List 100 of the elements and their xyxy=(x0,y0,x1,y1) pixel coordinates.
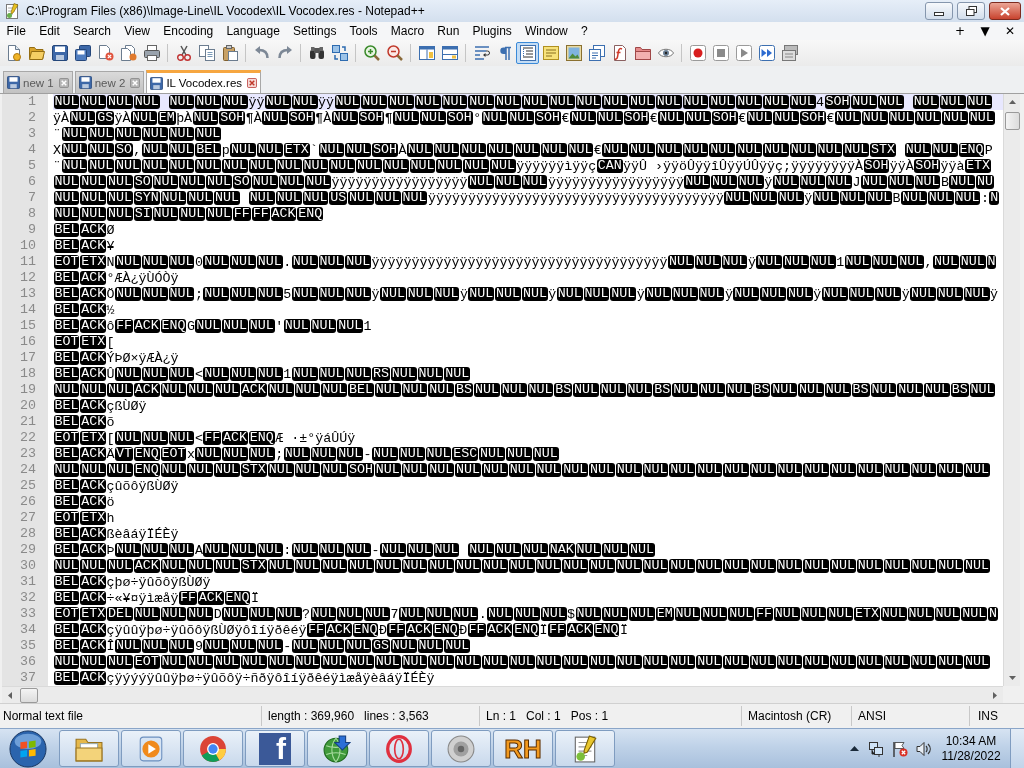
play-icon[interactable] xyxy=(137,734,165,763)
control-code: NUL xyxy=(963,287,990,301)
taskbar-button[interactable] xyxy=(59,730,119,767)
letter-logo[interactable]: f xyxy=(259,732,291,765)
control-code: ACK xyxy=(80,367,107,381)
control-code: NUL xyxy=(248,159,275,173)
control-code: NUL xyxy=(883,655,910,669)
taskbar-button[interactable] xyxy=(307,730,367,767)
minimize-icon[interactable] xyxy=(934,11,944,16)
control-code: NUL xyxy=(709,143,736,157)
control-code: NUL xyxy=(589,559,615,573)
menu-item[interactable]: Search xyxy=(66,22,118,40)
arrow-up-icon[interactable] xyxy=(1008,100,1016,104)
line-number: 2 xyxy=(27,110,37,126)
speaker-icon[interactable] xyxy=(447,734,475,763)
control-code: NUL xyxy=(414,95,441,109)
control-code: NUL xyxy=(88,159,115,173)
control-code: NUL xyxy=(736,143,763,157)
arrow-right-icon[interactable] xyxy=(993,691,997,699)
code-text: 0 xyxy=(194,254,203,270)
dropdown-button[interactable]: ▼ xyxy=(975,22,995,40)
control-code: NUL xyxy=(856,655,883,669)
status-text: length : 369,960 xyxy=(268,709,355,723)
close-icon[interactable] xyxy=(247,78,258,88)
control-code: NUL xyxy=(482,463,508,477)
control-code: NUL xyxy=(803,559,830,573)
code-text: ° xyxy=(473,110,482,126)
menu-item[interactable]: File xyxy=(0,22,33,40)
menu-item[interactable]: Settings xyxy=(286,22,343,40)
code-text: G xyxy=(186,318,195,334)
code-text: J xyxy=(852,174,861,190)
close-icon[interactable] xyxy=(58,77,69,88)
menu-item[interactable]: Encoding xyxy=(156,22,220,40)
arrow-left-icon[interactable] xyxy=(8,691,12,699)
taskbar-button[interactable] xyxy=(555,730,615,767)
control-code: NUL xyxy=(629,95,655,109)
code-text: õ xyxy=(106,414,115,430)
control-code: ENQ xyxy=(248,431,275,445)
control-code: NUL xyxy=(179,175,206,189)
control-code: BEL xyxy=(53,367,80,381)
control-code: NUL xyxy=(532,447,559,461)
taskbar-button[interactable] xyxy=(431,730,491,767)
menu-item[interactable]: ? xyxy=(574,22,595,40)
close-button[interactable]: ✕ xyxy=(1000,22,1020,40)
plus-button[interactable]: + xyxy=(950,22,970,40)
menu-item[interactable]: Edit xyxy=(32,22,67,40)
taskbar-button[interactable]: f xyxy=(245,730,305,767)
flag-icon[interactable] xyxy=(892,740,908,757)
control-code: NUL xyxy=(839,191,866,205)
start-orb-icon[interactable] xyxy=(9,729,47,768)
taskbar-button[interactable] xyxy=(183,730,243,767)
control-code: NUL xyxy=(398,447,425,461)
control-code: NUL xyxy=(329,159,356,173)
control-code: NUL xyxy=(374,463,401,477)
scrollbar-thumb[interactable] xyxy=(20,687,38,703)
arrow-down-icon[interactable] xyxy=(1008,676,1016,680)
line-number: 8 xyxy=(27,206,37,222)
code-text: € xyxy=(593,142,602,158)
scrollbar-thumb[interactable] xyxy=(1004,112,1020,130)
round-logo-icon[interactable] xyxy=(199,734,227,763)
clock-button[interactable]: 10:34 AM 11/28/2022 xyxy=(940,733,1002,764)
restore-icon[interactable] xyxy=(965,6,977,16)
control-code: NUL xyxy=(723,559,749,573)
window-close-button[interactable] xyxy=(989,2,1021,20)
network-icon[interactable] xyxy=(868,740,884,757)
tab[interactable]: new 2 xyxy=(74,71,145,93)
menu-item[interactable]: Macro xyxy=(384,22,431,40)
control-code: NUL xyxy=(305,175,332,189)
restore-button[interactable] xyxy=(957,2,985,20)
close-icon[interactable] xyxy=(130,77,141,88)
volume-icon[interactable] xyxy=(916,740,932,757)
tab[interactable]: new 1 xyxy=(3,71,73,93)
tab[interactable]: IL Vocodex.res xyxy=(146,70,262,93)
control-code: NUL xyxy=(141,159,168,173)
horizontal-scrollbar[interactable] xyxy=(2,686,1003,703)
menu-item[interactable]: View xyxy=(117,22,157,40)
control-code: NUL xyxy=(880,607,907,621)
menu-item[interactable]: Window xyxy=(518,22,575,40)
menu-item[interactable]: Run xyxy=(430,22,466,40)
menu-item[interactable]: Language xyxy=(219,22,287,40)
code-text: ¨ xyxy=(53,126,61,142)
menu-item[interactable]: Plugins xyxy=(465,22,519,40)
code-text: ¶À xyxy=(315,110,332,126)
minimize-button[interactable] xyxy=(925,2,953,20)
control-code: CAN xyxy=(596,159,623,173)
control-code: NUL xyxy=(152,175,179,189)
control-code: NUL xyxy=(160,463,187,477)
control-code: NUL xyxy=(248,319,275,333)
ring-icon[interactable] xyxy=(385,734,413,763)
line-number: 16 xyxy=(19,334,37,350)
control-code: NUL xyxy=(345,287,372,301)
menu-item[interactable]: Tools xyxy=(342,22,385,40)
taskbar-button[interactable] xyxy=(369,730,429,767)
control-code: NUL xyxy=(256,255,283,269)
caret-up-icon[interactable] xyxy=(850,746,859,751)
vertical-scrollbar[interactable] xyxy=(1003,94,1020,686)
code-text: ö xyxy=(106,494,115,510)
control-code: NUL xyxy=(294,463,321,477)
code-text: ÿÿÀ xyxy=(889,158,914,174)
control-code: NUL xyxy=(222,159,248,173)
